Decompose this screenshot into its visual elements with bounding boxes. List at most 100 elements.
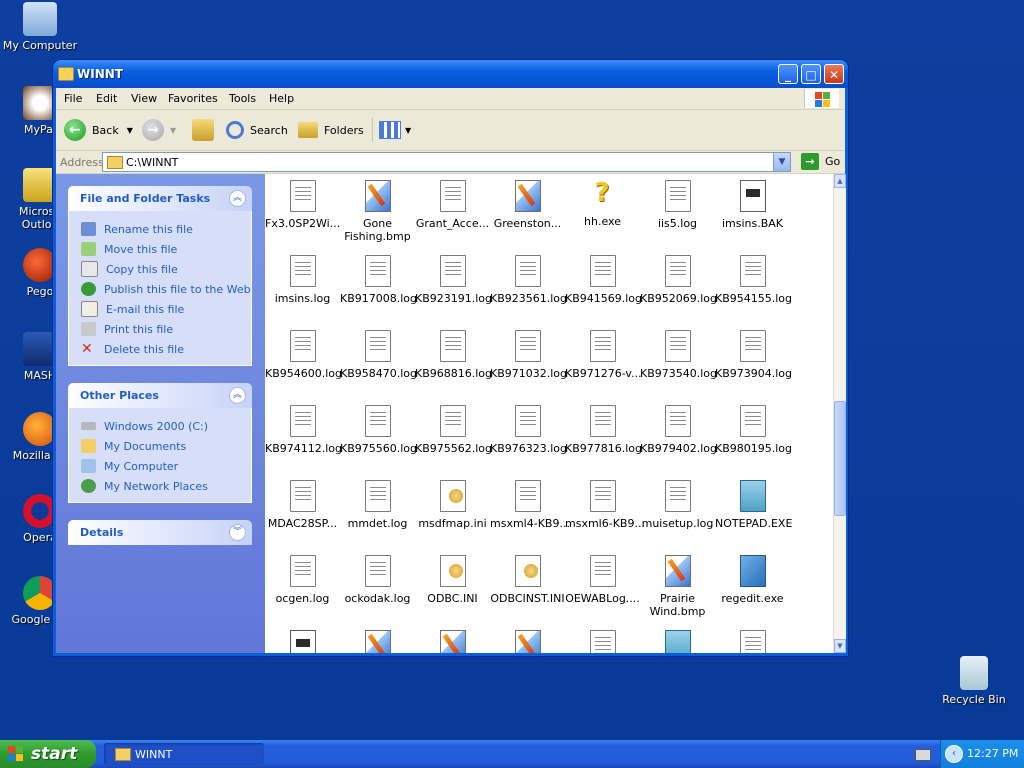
maximize-button[interactable]: □ [801, 64, 821, 84]
task-publish[interactable]: Publish this file to the Web [69, 279, 251, 299]
file-item[interactable]: imsins.BAK [715, 180, 790, 230]
forward-button[interactable]: → ▼ [142, 118, 176, 142]
file-item[interactable]: ODBCINST.INI [490, 555, 565, 605]
go-button[interactable]: → Go [795, 153, 840, 170]
file-item[interactable]: ockodak.log [340, 555, 415, 605]
keyboard-icon[interactable] [915, 749, 931, 761]
expand-chevron-icon[interactable]: ︾ [229, 524, 246, 541]
file-item[interactable]: KB968816.log [415, 330, 492, 380]
file-item[interactable]: KB980195.log [715, 405, 792, 455]
menu-edit[interactable]: Edit [96, 92, 117, 105]
file-item[interactable] [640, 630, 715, 653]
file-item[interactable] [490, 630, 565, 653]
file-item[interactable]: KB974112.log [265, 405, 342, 455]
file-item[interactable]: KB975562.log [415, 405, 492, 455]
search-button[interactable]: Search [226, 118, 288, 142]
file-item[interactable]: imsins.log [265, 255, 340, 305]
scroll-up-button[interactable]: ▲ [834, 174, 846, 188]
up-button[interactable] [192, 118, 214, 142]
place-my-documents[interactable]: My Documents [69, 436, 251, 456]
file-item[interactable]: NOTEPAD.EXE [715, 480, 792, 530]
file-item[interactable]: KB917008.log [340, 255, 417, 305]
menu-file[interactable]: File [64, 92, 82, 105]
file-item[interactable]: KB973540.log [640, 330, 717, 380]
file-item[interactable]: KB975560.log [340, 405, 417, 455]
vertical-scrollbar[interactable]: ▲ ▼ [833, 174, 846, 653]
collapse-chevron-icon[interactable]: ︽ [229, 387, 246, 404]
chevron-down-icon[interactable]: ▼ [170, 126, 176, 135]
task-email[interactable]: E-mail this file [69, 299, 251, 319]
file-item[interactable]: msdfmap.ini [415, 480, 490, 530]
show-hidden-icons-button[interactable]: ‹ [945, 745, 963, 763]
start-button[interactable]: start [0, 740, 96, 768]
menu-view[interactable]: View [131, 92, 157, 105]
minimize-button[interactable]: _ [778, 64, 798, 84]
file-item[interactable]: KB923191.log [415, 255, 492, 305]
file-item[interactable]: KB976323.log [490, 405, 567, 455]
task-delete[interactable]: ✕ Delete this file [69, 339, 251, 359]
place-my-computer[interactable]: My Computer [69, 456, 251, 476]
file-item[interactable]: KB971276-v... [565, 330, 642, 380]
file-item[interactable]: Gone Fishing.bmp [340, 180, 415, 243]
views-button[interactable]: ▼ [372, 118, 411, 142]
file-item[interactable]: mmdet.log [340, 480, 415, 530]
file-item[interactable]: iis5.log [640, 180, 715, 230]
task-move[interactable]: Move this file [69, 239, 251, 259]
taskbar-item-winnt[interactable]: WINNT [104, 743, 264, 765]
back-button[interactable]: ← Back ▼ [64, 118, 133, 142]
file-item[interactable] [715, 630, 790, 653]
file-item[interactable]: KB941569.log [565, 255, 642, 305]
txt-file-icon [289, 555, 316, 587]
recycle-bin-desktop-icon[interactable]: Recycle Bin [934, 656, 1014, 706]
file-name: KB954155.log [715, 292, 793, 305]
file-item[interactable]: MDAC28SP... [265, 480, 340, 530]
task-rename[interactable]: Rename this file [69, 219, 251, 239]
file-item[interactable] [340, 630, 415, 653]
file-item[interactable]: KB958470.log [340, 330, 417, 380]
scroll-down-button[interactable]: ▼ [834, 639, 846, 653]
collapse-chevron-icon[interactable]: ︽ [229, 190, 246, 207]
address-dropdown-button[interactable]: ▼ [773, 153, 790, 171]
file-item[interactable]: Grant_Acce... [415, 180, 490, 230]
close-button[interactable]: ✕ [824, 64, 844, 84]
file-item[interactable]: msxml4-KB9... [490, 480, 570, 530]
task-print[interactable]: Print this file [69, 319, 251, 339]
file-item[interactable]: KB954155.log [715, 255, 793, 305]
place-windows-drive[interactable]: Windows 2000 (C:) [69, 416, 251, 436]
place-network[interactable]: My Network Places [69, 476, 251, 496]
file-item[interactable]: Prairie Wind.bmp [640, 555, 715, 618]
file-item[interactable]: KB952069.log [640, 255, 717, 305]
file-item[interactable]: regedit.exe [715, 555, 790, 605]
file-item[interactable]: OEWABLog.... [565, 555, 640, 605]
file-item[interactable]: KB971032.log [490, 330, 567, 380]
file-item[interactable]: Fx3.0SP2Wi... [265, 180, 340, 230]
file-item[interactable]: ODBC.INI [415, 555, 490, 605]
folders-button[interactable]: Folders [298, 118, 364, 142]
file-item[interactable]: KB973904.log [715, 330, 792, 380]
file-item[interactable] [265, 630, 340, 653]
file-name: ODBC.INI [427, 592, 478, 605]
panel-header[interactable]: Other Places ︽ [68, 383, 252, 408]
file-item[interactable] [415, 630, 490, 653]
file-item[interactable]: KB954600.log [265, 330, 342, 380]
file-item[interactable]: hh.exe [565, 178, 640, 228]
file-item[interactable]: KB979402.log [640, 405, 717, 455]
menu-tools[interactable]: Tools [229, 92, 256, 105]
file-item[interactable]: KB977816.log [565, 405, 642, 455]
chevron-down-icon[interactable]: ▼ [127, 126, 133, 135]
file-item[interactable]: ocgen.log [265, 555, 340, 605]
file-item[interactable] [565, 630, 640, 653]
file-item[interactable]: Greenston... [490, 180, 565, 230]
address-input[interactable]: C:\WINNT ▼ [102, 152, 791, 172]
scroll-thumb[interactable] [834, 401, 846, 516]
my-computer-desktop-icon[interactable]: My Computer [0, 2, 80, 52]
panel-header[interactable]: File and Folder Tasks ︽ [68, 186, 252, 211]
menu-favorites[interactable]: Favorites [168, 92, 218, 105]
file-item[interactable]: muisetup.log [640, 480, 715, 530]
task-copy[interactable]: Copy this file [69, 259, 251, 279]
file-item[interactable]: msxml6-KB9... [565, 480, 645, 530]
menu-help[interactable]: Help [269, 92, 294, 105]
file-item[interactable]: KB923561.log [490, 255, 567, 305]
title-bar[interactable]: WINNT _ □ ✕ [53, 60, 848, 88]
panel-header[interactable]: Details ︾ [68, 520, 252, 545]
